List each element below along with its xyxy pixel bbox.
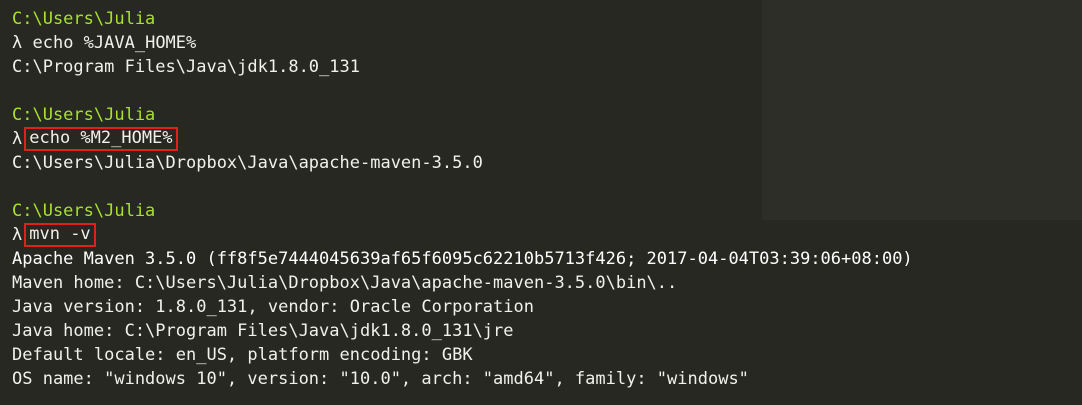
lambda-prompt-icon: λ: [12, 33, 23, 53]
output-line: Maven home: C:\Users\Julia\Dropbox\Java\…: [12, 273, 678, 293]
terminal-output: C:\Users\Julia λ echo %JAVA_HOME% C:\Pro…: [12, 7, 1082, 391]
output-line: Java home: C:\Program Files\Java\jdk1.8.…: [12, 321, 514, 341]
command-line: λ mvn -v: [12, 223, 1082, 247]
highlighted-command-text: echo %M2_HOME%: [24, 127, 178, 151]
output-line: OS name: "windows 10", version: "10.0", …: [12, 369, 749, 389]
highlighted-command-text: mvn -v: [24, 223, 96, 247]
output-line: C:\Program Files\Java\jdk1.8.0_131: [12, 57, 360, 77]
prompt-line: C:\Users\Julia: [12, 199, 1082, 223]
output-line: Java version: 1.8.0_131, vendor: Oracle …: [12, 297, 534, 317]
command-line: λ echo %JAVA_HOME%: [12, 31, 1082, 55]
output-line: Default locale: en_US, platform encoding…: [12, 345, 473, 365]
lambda-prompt-icon: λ: [12, 129, 23, 149]
output-line: Apache Maven 3.5.0 (ff8f5e7444045639af65…: [12, 249, 913, 269]
terminal-window[interactable]: C:\Users\Julia λ echo %JAVA_HOME% C:\Pro…: [0, 0, 1082, 405]
prompt-path: C:\Users\Julia: [12, 9, 156, 29]
command-line: λ echo %M2_HOME%: [12, 127, 1082, 151]
prompt-line: C:\Users\Julia: [12, 103, 1082, 127]
lambda-prompt-icon: λ: [12, 225, 23, 245]
output-line: C:\Users\Julia\Dropbox\Java\apache-maven…: [12, 153, 483, 173]
prompt-path: C:\Users\Julia: [12, 105, 156, 125]
prompt-path: C:\Users\Julia: [12, 201, 156, 221]
prompt-line: C:\Users\Julia: [12, 7, 1082, 31]
command-text: echo %JAVA_HOME%: [32, 33, 197, 53]
